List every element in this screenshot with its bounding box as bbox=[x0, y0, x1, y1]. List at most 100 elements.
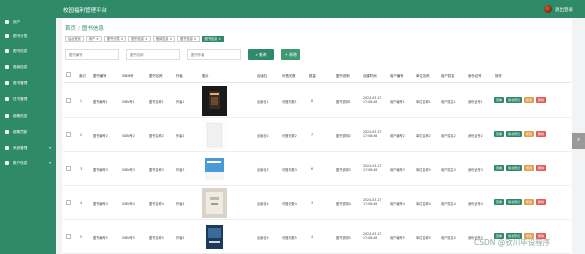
header-days: 可借天数 bbox=[282, 74, 296, 78]
sidebar-item-label: 图书分类 bbox=[13, 33, 28, 38]
cell-days: 可借天数5 bbox=[282, 236, 297, 240]
view-button[interactable]: 查看 bbox=[494, 97, 505, 103]
money-icon bbox=[5, 130, 9, 134]
cell-unit: 单位名称4 bbox=[416, 202, 431, 206]
book-cover-image bbox=[202, 154, 227, 184]
tab-book-info[interactable]: 图书信息 × bbox=[128, 36, 151, 42]
book-name-search-input[interactable] bbox=[126, 49, 180, 60]
delete-button[interactable]: 删除 bbox=[536, 97, 547, 103]
view-button[interactable]: 查看 bbox=[494, 199, 505, 205]
tab-user[interactable]: 用户 × bbox=[85, 36, 102, 42]
cell-index: 4 bbox=[80, 201, 83, 205]
sidebar-item-overdue[interactable]: 超期信息 bbox=[0, 111, 56, 121]
cell-book-no: 图书编号1 bbox=[93, 100, 108, 104]
sidebar-item-user[interactable]: 用户 bbox=[0, 17, 56, 27]
tab-book-info-2[interactable]: 图书信息 × bbox=[177, 36, 200, 42]
delete-button[interactable]: 删除 bbox=[536, 165, 547, 171]
cell-author: 作者2 bbox=[176, 134, 185, 138]
sidebar-item-fine[interactable]: 超期罚款 bbox=[0, 127, 56, 137]
book-author-search-input[interactable] bbox=[187, 49, 241, 60]
borrow-button[interactable]: 借书登记 bbox=[506, 199, 523, 205]
borrow-button[interactable]: 借书登记 bbox=[506, 131, 523, 137]
cell-book-name: 图书名称3 bbox=[149, 168, 164, 172]
delete-button[interactable]: 删除 bbox=[536, 199, 547, 205]
header-image: 图片 bbox=[202, 74, 209, 78]
app-title: 校园福利管理平台 bbox=[63, 8, 108, 14]
table-header: 索引 图书编号 ISBN号 图书名称 作者 图片 出版社 可借天数 数量 图书说… bbox=[63, 67, 571, 83]
view-button[interactable]: 查看 bbox=[494, 131, 505, 137]
sidebar-item-label: 图书信息 bbox=[13, 48, 28, 53]
header-book-name: 图书名称 bbox=[149, 74, 163, 78]
tab-book-info-active[interactable]: 图书信息 × bbox=[201, 36, 224, 42]
row-actions: 查看 借书登记 修改 删除 bbox=[494, 131, 547, 137]
select-all-checkbox[interactable] bbox=[66, 72, 71, 77]
clock-icon bbox=[5, 114, 9, 118]
borrow-button[interactable]: 借书登记 bbox=[506, 165, 523, 171]
cell-qty: 4 bbox=[311, 235, 314, 239]
cell-user-name: 用户姓名5 bbox=[441, 236, 456, 240]
cell-unit: 单位名称2 bbox=[416, 134, 431, 138]
row-actions: 查看 借书登记 修改 删除 bbox=[494, 199, 547, 205]
book-icon bbox=[5, 49, 9, 53]
edit-button[interactable]: 修改 bbox=[524, 131, 535, 137]
breadcrumb: 首页 / 图书信息 bbox=[65, 24, 104, 32]
delete-button[interactable]: 删除 bbox=[536, 131, 547, 137]
cell-isbn: ISBN号2 bbox=[122, 134, 135, 138]
edit-button[interactable]: 修改 bbox=[524, 165, 535, 171]
row-checkbox[interactable] bbox=[66, 234, 71, 239]
sidebar-item-label: 系统管理 bbox=[13, 145, 28, 150]
book-cover-image bbox=[202, 86, 227, 116]
borrow-button[interactable]: 借书登记 bbox=[506, 97, 523, 103]
sidebar-item-label: 账户信息 bbox=[13, 160, 28, 165]
cell-isbn: ISBN号4 bbox=[122, 202, 135, 206]
return-icon bbox=[5, 97, 9, 101]
row-checkbox[interactable] bbox=[66, 166, 71, 171]
row-checkbox[interactable] bbox=[66, 98, 71, 103]
sidebar-item-book-info[interactable]: 图书信息 bbox=[0, 46, 56, 56]
tab-borrow-info[interactable]: 借阅信息 × bbox=[152, 36, 176, 42]
sidebar-item-label: 还书管理 bbox=[13, 96, 28, 101]
sidebar-item-label: 用户 bbox=[13, 19, 21, 24]
cell-user-no: 用户编号3 bbox=[390, 168, 405, 172]
edit-button[interactable]: 修改 bbox=[524, 199, 535, 205]
header-actions: 操作 bbox=[495, 74, 502, 78]
cell-qty: 6 bbox=[311, 167, 314, 171]
cell-desc: 图书说明1 bbox=[336, 100, 351, 104]
book-cover-image bbox=[202, 120, 227, 150]
cell-id-no: 身份证号4 bbox=[468, 202, 483, 206]
avatar[interactable] bbox=[544, 5, 552, 13]
cell-index: 1 bbox=[80, 99, 83, 103]
sidebar-item-borrow-info[interactable]: 借阅信息 bbox=[0, 62, 56, 72]
sidebar: 后台首页 用户 图书分类 图书信息 借阅信息 借书管理 还书管理 超期信息 超期… bbox=[0, 0, 56, 254]
sidebar-item-system[interactable]: 系统管理 ▾ bbox=[0, 143, 56, 153]
row-actions: 查看 借书登记 修改 删除 bbox=[494, 165, 547, 171]
header-user-name: 用户姓名 bbox=[441, 74, 455, 78]
list-icon bbox=[5, 65, 9, 69]
tab-home[interactable]: 后台首页 bbox=[65, 36, 84, 42]
chevron-right-icon[interactable]: › bbox=[572, 133, 585, 149]
cell-unit: 单位名称3 bbox=[416, 168, 431, 172]
cell-desc: 图书说明3 bbox=[336, 168, 351, 172]
sidebar-item-borrow[interactable]: 借书管理 bbox=[0, 78, 56, 88]
row-actions: 查看 借书登记 修改 删除 bbox=[494, 97, 547, 103]
logout-button[interactable]: 退出登录 bbox=[555, 7, 573, 13]
sidebar-item-account[interactable]: 账户信息 ▾ bbox=[0, 158, 56, 168]
add-button[interactable]: ＋ 新增 bbox=[281, 49, 300, 60]
breadcrumb-home[interactable]: 首页 bbox=[65, 26, 76, 32]
cell-book-no: 图书编号4 bbox=[93, 202, 108, 206]
sidebar-item-return[interactable]: 还书管理 bbox=[0, 94, 56, 104]
view-button[interactable]: 查看 bbox=[494, 165, 505, 171]
edit-button[interactable]: 修改 bbox=[524, 97, 535, 103]
cell-user-no: 用户编号1 bbox=[390, 100, 405, 104]
tab-category[interactable]: 图书分类 × bbox=[103, 36, 127, 42]
sidebar-item-category[interactable]: 图书分类 bbox=[0, 31, 56, 41]
cell-press: 出版社4 bbox=[257, 202, 269, 206]
row-checkbox[interactable] bbox=[66, 200, 71, 205]
book-no-search-input[interactable] bbox=[65, 49, 119, 60]
cell-book-name: 图书名称1 bbox=[149, 100, 164, 104]
search-button[interactable]: ⌕ 查询 bbox=[248, 49, 274, 60]
row-checkbox[interactable] bbox=[66, 132, 71, 137]
borrow-icon bbox=[5, 81, 9, 85]
cell-press: 出版社3 bbox=[257, 168, 269, 172]
cell-user-no: 用户编号2 bbox=[390, 134, 405, 138]
